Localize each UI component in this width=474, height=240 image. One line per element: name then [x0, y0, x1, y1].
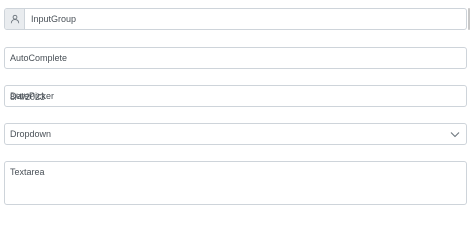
textarea[interactable] [4, 161, 467, 205]
autocomplete-input[interactable] [4, 47, 467, 69]
scrollbar[interactable] [468, 8, 470, 30]
input-group-field[interactable] [25, 9, 466, 29]
chevron-down-icon [450, 131, 460, 138]
dropdown[interactable]: Dropdown [4, 123, 467, 145]
datepicker: 8/4/2023 [4, 85, 471, 107]
datepicker-input[interactable] [5, 86, 471, 106]
user-icon [5, 9, 25, 29]
input-group [4, 8, 467, 30]
dropdown-label: Dropdown [10, 129, 52, 139]
